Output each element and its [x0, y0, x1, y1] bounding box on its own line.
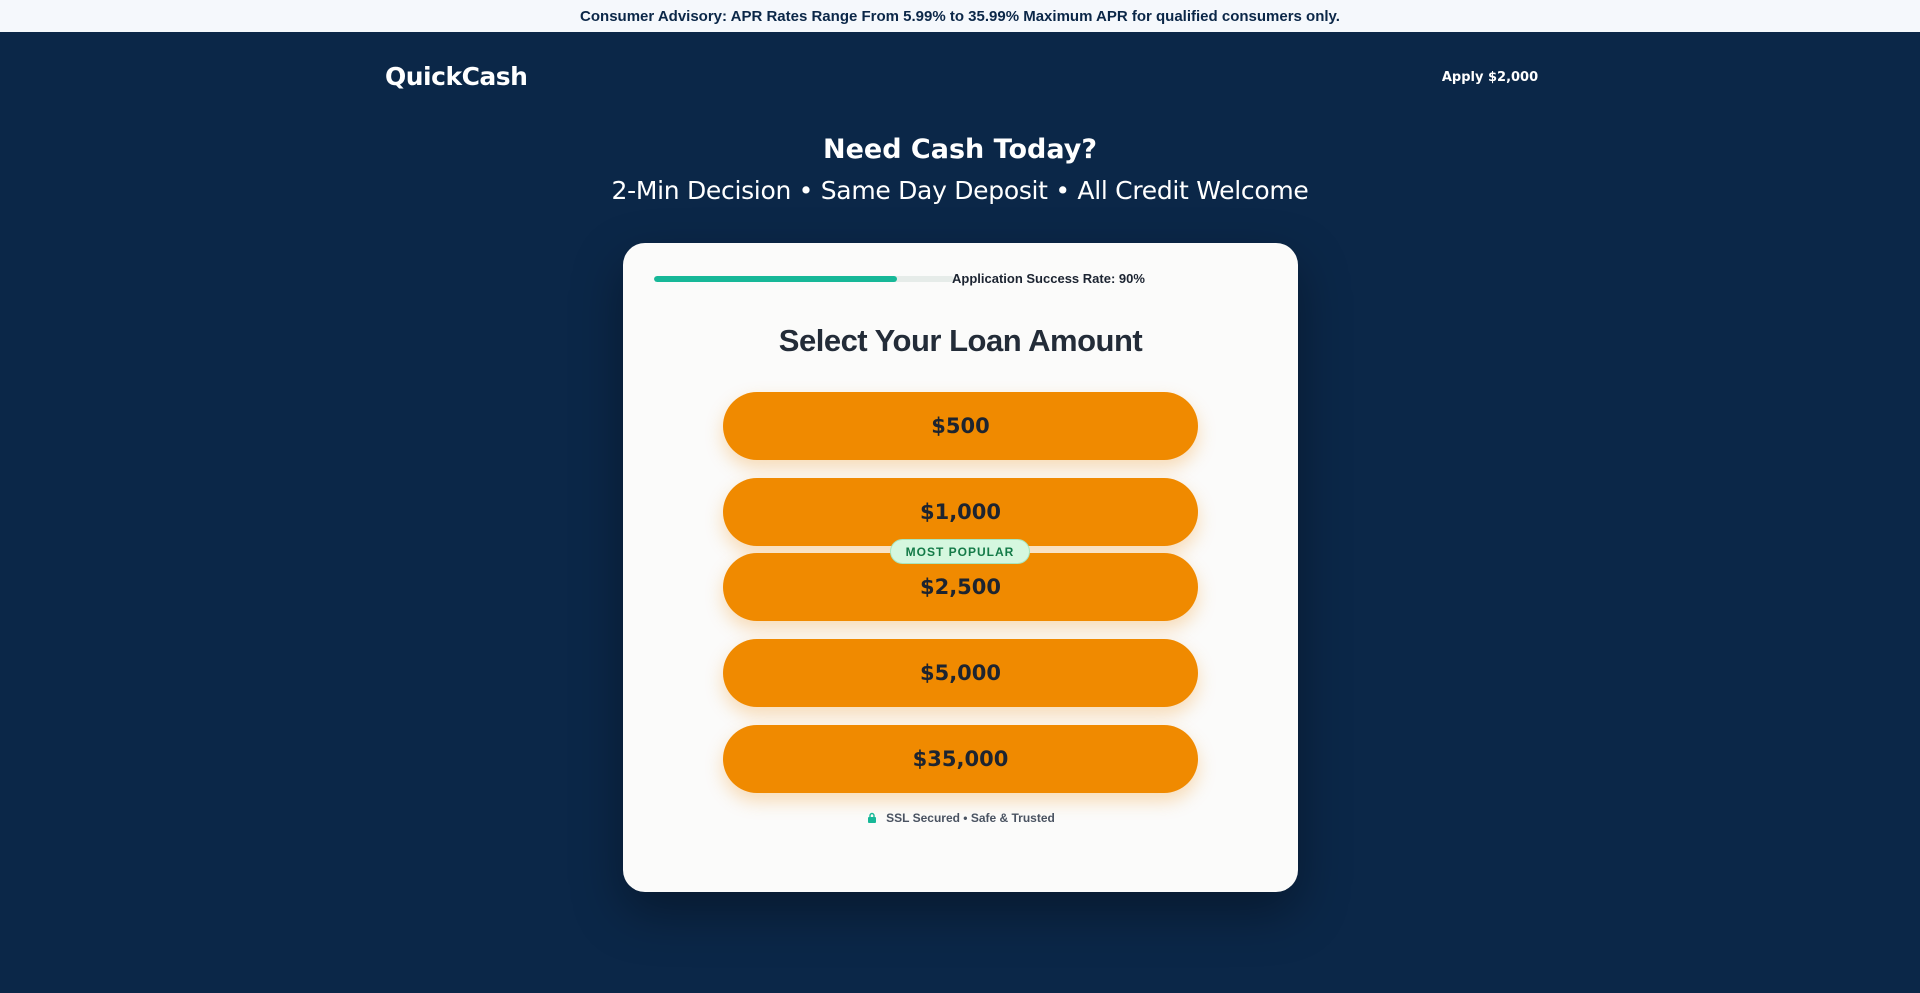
lock-icon — [866, 812, 878, 824]
card-title: Select Your Loan Amount — [778, 323, 1143, 358]
hero-subtitle: 2-Min Decision • Same Day Deposit • All … — [611, 176, 1309, 205]
apply-cta-link[interactable]: Apply $2,000 — [1440, 70, 1540, 85]
security-note: SSL Secured • Safe & Trusted — [623, 811, 1298, 825]
consumer-advisory-banner: Consumer Advisory: APR Rates Range From … — [0, 0, 1920, 32]
loan-selection-card: Application Success Rate: 90% Select You… — [623, 243, 1298, 892]
amount-button-35000[interactable]: $35,000 — [723, 725, 1198, 793]
success-rate-progress-bar — [654, 276, 954, 282]
success-rate-progress-fill — [654, 276, 897, 282]
hero-title: Need Cash Today? — [822, 134, 1098, 165]
success-rate-label: Application Success Rate: 90% — [952, 271, 1145, 286]
most-popular-badge: MOST POPULAR — [890, 539, 1030, 564]
logo[interactable]: QuickCash — [385, 62, 528, 91]
amount-button-500[interactable]: $500 — [723, 392, 1198, 460]
security-text: SSL Secured • Safe & Trusted — [886, 811, 1055, 825]
amount-button-1000[interactable]: $1,000 — [723, 478, 1198, 546]
advisory-text: Consumer Advisory: APR Rates Range From … — [580, 7, 1340, 25]
amount-button-5000[interactable]: $5,000 — [723, 639, 1198, 707]
